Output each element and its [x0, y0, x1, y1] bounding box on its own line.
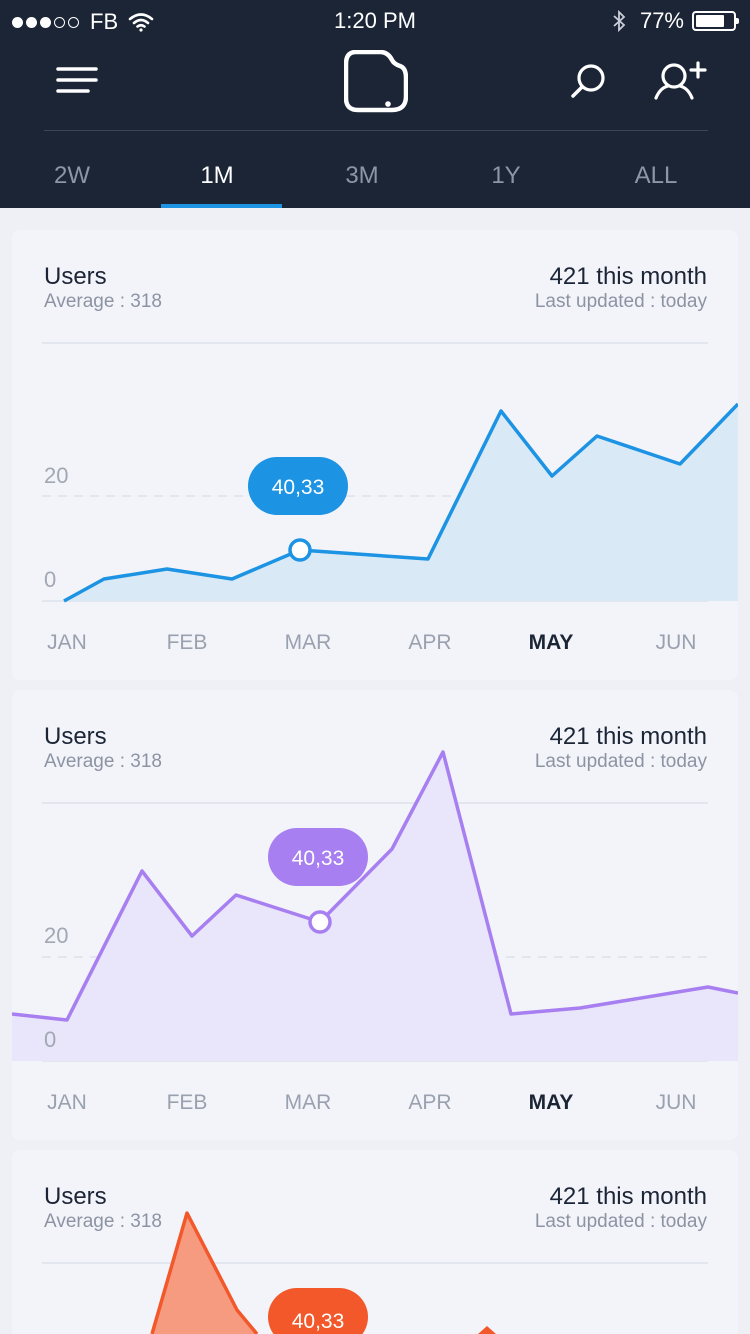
- tab-1m[interactable]: 1M: [157, 162, 277, 190]
- tab-2w[interactable]: 2W: [12, 162, 132, 190]
- card-stat: 421 this month: [549, 723, 707, 750]
- x-tick-label: JUN: [656, 631, 697, 654]
- card-title: Users: [44, 263, 107, 290]
- battery-icon: [692, 11, 739, 31]
- card-title: Users: [44, 1183, 107, 1210]
- x-tick-label: MAR: [285, 631, 332, 654]
- x-tick-label: JUN: [656, 1091, 697, 1114]
- bluetooth-icon: [613, 9, 626, 33]
- x-tick-label: FEB: [167, 631, 208, 654]
- menu-icon: [56, 67, 98, 93]
- card-updated: Last updated : today: [534, 291, 707, 312]
- x-tick-label: JAN: [47, 1091, 87, 1114]
- app-header: FB 1:20 PM 77% 2W 1M 3M 1Y ALL: [0, 0, 750, 208]
- card-average: Average : 318: [44, 291, 162, 312]
- search-icon: [571, 64, 605, 98]
- card-updated: Last updated : today: [534, 751, 707, 772]
- tab-all[interactable]: ALL: [596, 162, 716, 190]
- y-tick-label: 20: [44, 923, 68, 948]
- menu-button[interactable]: [56, 66, 98, 94]
- y-tick-label: 20: [44, 463, 68, 488]
- x-tick-label: MAR: [285, 1091, 332, 1114]
- x-tick-label: FEB: [167, 1091, 208, 1114]
- add-user-button[interactable]: [652, 60, 708, 102]
- status-right: 77%: [612, 8, 739, 34]
- tooltip-value: 40,33: [272, 476, 325, 499]
- y-tick-label: 0: [44, 1027, 56, 1052]
- x-tick-label-active: MAY: [529, 631, 574, 654]
- tooltip-value: 40,33: [292, 1310, 345, 1333]
- users-chart-card[interactable]: 40,33 20 0 JAN FEB MAR APR MAY JUN Users…: [12, 690, 738, 1140]
- header-divider: [44, 130, 708, 131]
- users-line-chart: 40,33: [42, 1211, 708, 1334]
- users-chart-card[interactable]: 40,33 20 0 JAN FEB MAR APR MAY JUN Users…: [12, 230, 738, 680]
- tab-3m[interactable]: 3M: [302, 162, 422, 190]
- search-button[interactable]: [570, 62, 608, 100]
- add-user-icon: [654, 61, 707, 100]
- users-chart-card[interactable]: 40,33 Users Average : 318 421 this month…: [12, 1150, 738, 1334]
- x-tick-label: JAN: [47, 631, 87, 654]
- selected-data-point[interactable]: [288, 538, 312, 562]
- selected-data-point[interactable]: [308, 910, 332, 934]
- status-bar: FB 1:20 PM 77%: [0, 0, 750, 40]
- time-range-tabs: 2W 1M 3M 1Y ALL: [0, 140, 750, 208]
- card-stat: 421 this month: [549, 1183, 707, 1210]
- card-updated: Last updated : today: [534, 1211, 707, 1232]
- card-average: Average : 318: [44, 751, 162, 772]
- tooltip-value: 40,33: [292, 847, 345, 870]
- x-tick-label: APR: [408, 631, 451, 654]
- active-tab-indicator: [161, 204, 282, 208]
- card-title: Users: [44, 723, 107, 750]
- x-tick-label: APR: [408, 1091, 451, 1114]
- y-tick-label: 0: [44, 567, 56, 592]
- home-button[interactable]: [343, 49, 409, 114]
- battery-percent: 77%: [639, 8, 684, 33]
- app-logo-icon: [343, 49, 409, 113]
- x-tick-label-active: MAY: [529, 1091, 574, 1114]
- tab-1y[interactable]: 1Y: [446, 162, 566, 190]
- card-stat: 421 this month: [549, 263, 707, 290]
- card-average: Average : 318: [44, 1211, 162, 1232]
